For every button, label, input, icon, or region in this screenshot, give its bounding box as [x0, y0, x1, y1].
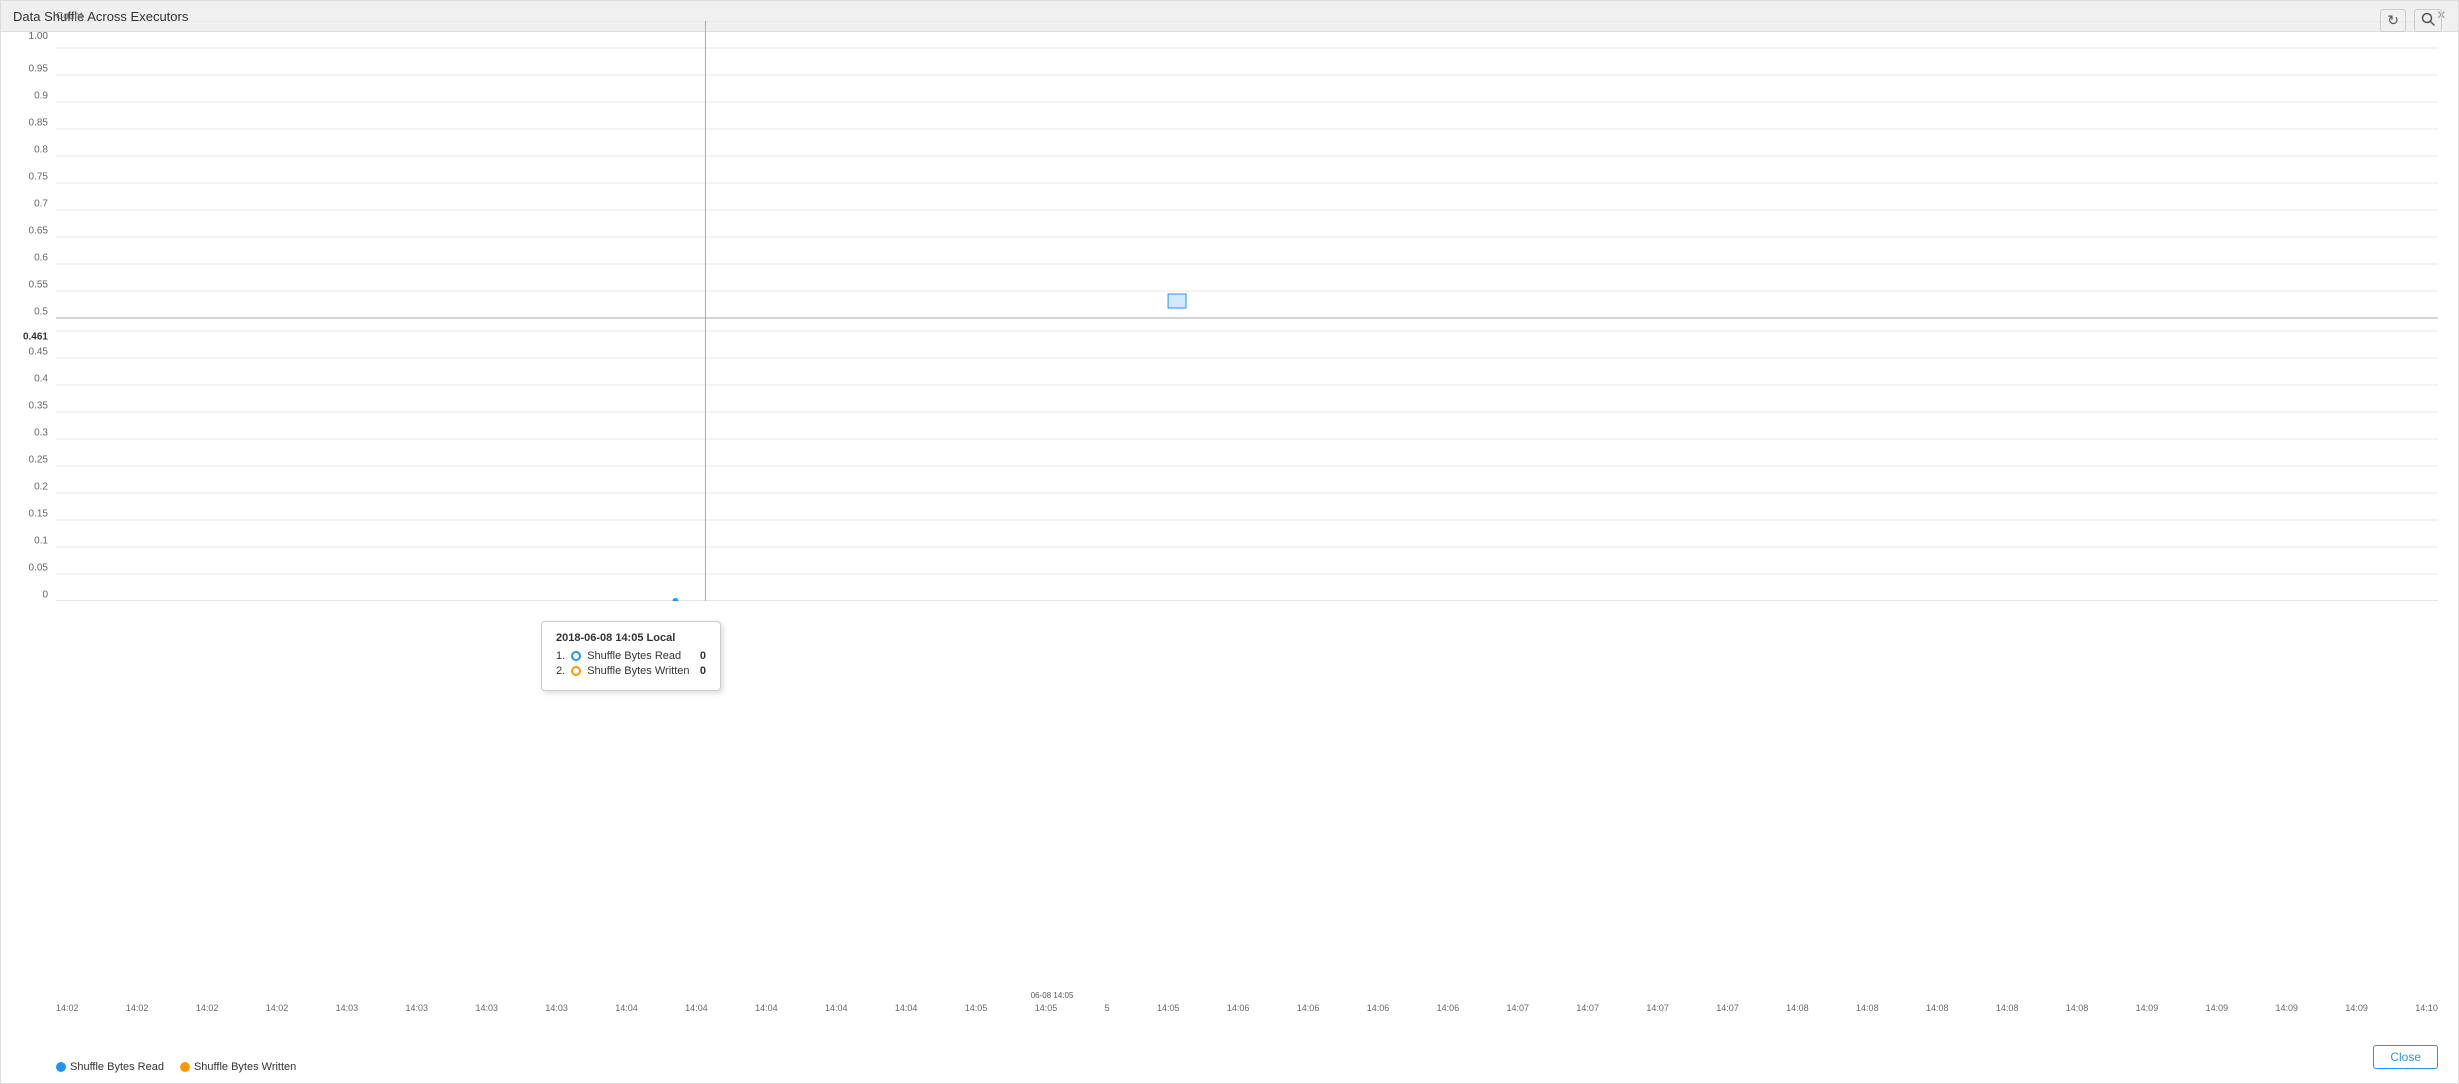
- x-label-25: 14:08: [1786, 1003, 1809, 1013]
- legend-item-read: Shuffle Bytes Read: [56, 1061, 164, 1073]
- x-label-4: 14:03: [336, 1003, 359, 1013]
- y-label-0.461: 0.461: [23, 332, 48, 343]
- x-label-30: 14:09: [2136, 1003, 2159, 1013]
- y-label-0.85: 0.85: [29, 118, 48, 129]
- x-label-6: 14:03: [475, 1003, 498, 1013]
- x-label-18: 14:06: [1297, 1003, 1320, 1013]
- x-axis: 14:02 14:02 14:02 14:02 14:03 14:03 14:0…: [56, 1003, 2438, 1013]
- tooltip-title: 2018-06-08 14:05 Local: [556, 632, 706, 644]
- y-label-0.3: 0.3: [34, 428, 48, 439]
- x-label-15: 5: [1105, 1003, 1110, 1013]
- x-label-0: 14:02: [56, 1003, 79, 1013]
- x-label-28: 14:08: [1996, 1003, 2019, 1013]
- tooltip-label-written: Shuffle Bytes Written: [587, 665, 694, 677]
- y-label-0.5: 0.5: [34, 307, 48, 318]
- y-label-0.7: 0.7: [34, 199, 48, 210]
- x-label-1: 14:02: [126, 1003, 149, 1013]
- x-label-2: 14:02: [196, 1003, 219, 1013]
- zoom-button[interactable]: [2414, 9, 2442, 32]
- y-label-0.35: 0.35: [29, 401, 48, 412]
- y-label-0.1: 0.1: [34, 536, 48, 547]
- x-label-19: 14:06: [1367, 1003, 1390, 1013]
- x-label-29: 14:08: [2066, 1003, 2089, 1013]
- x-label-5: 14:03: [406, 1003, 429, 1013]
- tooltip-number-1: 1.: [556, 650, 565, 662]
- x-label-21: 14:07: [1507, 1003, 1530, 1013]
- tooltip-circle-read: [571, 651, 581, 661]
- legend-dot-written: [180, 1062, 190, 1072]
- chart-toolbar: ↻: [2380, 9, 2442, 32]
- legend-dot-read: [56, 1062, 66, 1072]
- y-label-0.8: 0.8: [34, 145, 48, 156]
- tooltip-row-1: 1. Shuffle Bytes Read 0: [556, 650, 706, 662]
- x-label-8: 14:04: [615, 1003, 638, 1013]
- y-label-0: 0: [42, 590, 48, 601]
- y-label-0.9: 0.9: [34, 91, 48, 102]
- y-label-0.2: 0.2: [34, 482, 48, 493]
- chart-svg[interactable]: [56, 21, 2438, 601]
- tooltip-number-2: 2.: [556, 665, 565, 677]
- x-label-3: 14:02: [266, 1003, 289, 1013]
- x-label-26: 14:08: [1856, 1003, 1879, 1013]
- x-label-31: 14:09: [2206, 1003, 2229, 1013]
- y-label-0.75: 0.75: [29, 172, 48, 183]
- tooltip: 2018-06-08 14:05 Local 1. Shuffle Bytes …: [541, 621, 721, 691]
- y-label-0.4: 0.4: [34, 374, 48, 385]
- x-label-24: 14:07: [1716, 1003, 1739, 1013]
- y-label-0.6: 0.6: [34, 253, 48, 264]
- legend-item-written: Shuffle Bytes Written: [180, 1061, 296, 1073]
- x-label-34: 14:10: [2415, 1003, 2438, 1013]
- x-label-16: 14:05: [1157, 1003, 1180, 1013]
- x-label-22: 14:07: [1576, 1003, 1599, 1013]
- legend: Shuffle Bytes Read Shuffle Bytes Written: [56, 1061, 296, 1073]
- y-label-0.45: 0.45: [29, 347, 48, 358]
- x-label-7: 14:03: [545, 1003, 568, 1013]
- x-label-32: 14:09: [2275, 1003, 2298, 1013]
- y-label-0.25: 0.25: [29, 455, 48, 466]
- tooltip-circle-written: [571, 666, 581, 676]
- x-label-27: 14:08: [1926, 1003, 1949, 1013]
- y-axis: 1.00 0.95 0.9 0.85 0.8 0.75 0.7 0.65 0.6…: [1, 31, 56, 611]
- refresh-button[interactable]: ↻: [2380, 9, 2406, 32]
- legend-label-written: Shuffle Bytes Written: [194, 1061, 296, 1073]
- tooltip-value-written: 0: [700, 665, 706, 677]
- close-button[interactable]: Close: [2373, 1045, 2438, 1069]
- tooltip-row-2: 2. Shuffle Bytes Written 0: [556, 665, 706, 677]
- legend-label-read: Shuffle Bytes Read: [70, 1061, 164, 1073]
- y-label-0.55: 0.55: [29, 280, 48, 291]
- tooltip-value-read: 0: [700, 650, 706, 662]
- window: Data Shuffle Across Executors × ↻ Count …: [0, 0, 2459, 1084]
- x-label-33: 14:09: [2345, 1003, 2368, 1013]
- x-label-17: 14:06: [1227, 1003, 1250, 1013]
- zoom-icon: [2421, 12, 2435, 26]
- x-label-14: 06-08 14:0514:05: [1035, 1003, 1058, 1013]
- x-label-12: 14:04: [895, 1003, 918, 1013]
- x-label-13: 14:05: [965, 1003, 988, 1013]
- y-label-0.65: 0.65: [29, 226, 48, 237]
- y-label-0.15: 0.15: [29, 509, 48, 520]
- x-label-11: 14:04: [825, 1003, 848, 1013]
- x-label-23: 14:07: [1646, 1003, 1669, 1013]
- x-label-10: 14:04: [755, 1003, 778, 1013]
- y-label-0.05: 0.05: [29, 563, 48, 574]
- y-label-0.95: 0.95: [29, 64, 48, 75]
- x-label-9: 14:04: [685, 1003, 708, 1013]
- x-label-20: 14:06: [1437, 1003, 1460, 1013]
- tooltip-label-read: Shuffle Bytes Read: [587, 650, 694, 662]
